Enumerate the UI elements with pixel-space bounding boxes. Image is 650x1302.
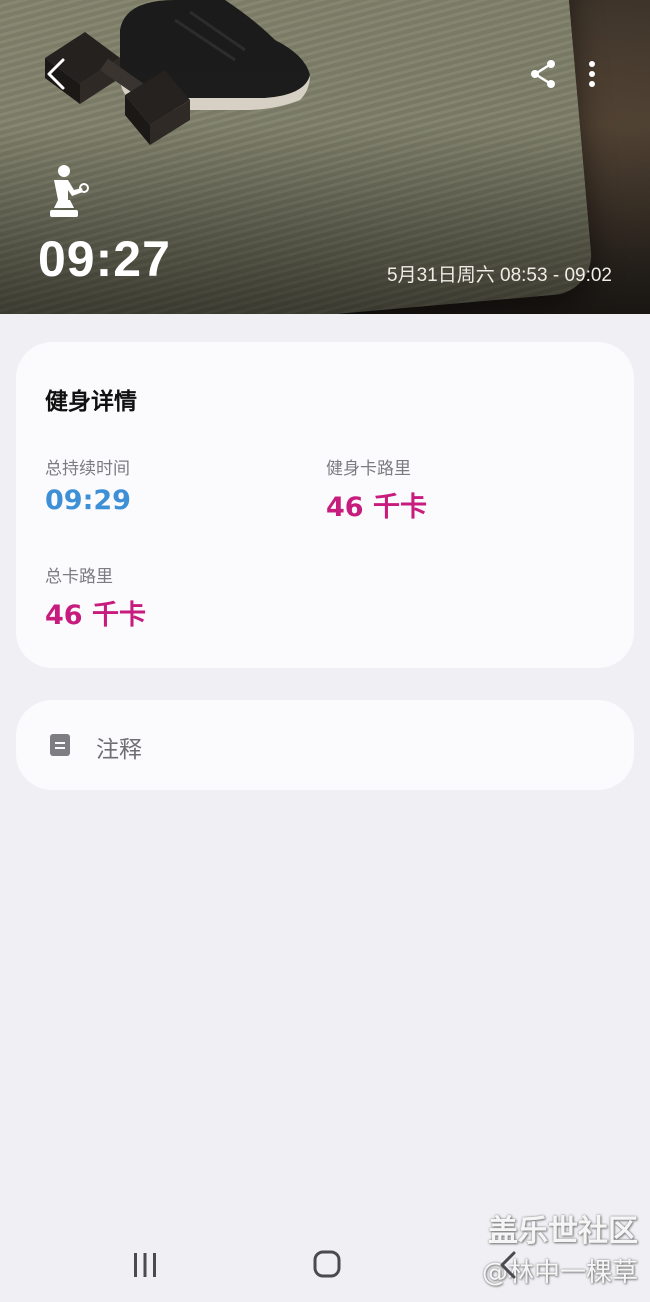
stat-value: 46 千卡 <box>326 492 427 523</box>
stat-total-calories: 总卡路里 46 千卡 <box>45 562 146 632</box>
details-title: 健身详情 <box>45 389 137 415</box>
notes-button[interactable]: 注释 <box>16 700 634 790</box>
share-icon <box>531 60 555 88</box>
workout-date-range: 5月31日周六 08:53 - 09:02 <box>387 265 612 286</box>
workout-duration: 09:27 <box>38 231 171 287</box>
stat-label: 总持续时间 <box>45 459 130 479</box>
note-icon <box>50 734 70 756</box>
stat-workout-calories: 健身卡路里 46 千卡 <box>326 454 427 524</box>
recent-apps-button[interactable] <box>130 1252 160 1278</box>
workout-details-card: 健身详情 总持续时间 09:29 健身卡路里 46 千卡 总卡路里 46 千卡 <box>16 342 634 668</box>
share-button[interactable] <box>525 56 561 92</box>
more-vertical-icon <box>589 61 595 87</box>
chevron-left-icon <box>47 58 65 90</box>
home-button[interactable] <box>313 1250 341 1278</box>
workout-header: 09:27 5月31日周六 08:53 - 09:02 <box>0 0 650 314</box>
system-back-button[interactable] <box>496 1250 522 1280</box>
stat-label: 健身卡路里 <box>326 459 411 479</box>
stat-value: 09:29 <box>45 485 131 516</box>
notes-label: 注释 <box>96 737 142 763</box>
more-options-button[interactable] <box>578 56 606 92</box>
system-navigation-bar <box>0 1230 650 1302</box>
stat-value: 46 千卡 <box>45 600 146 631</box>
back-button[interactable] <box>36 54 76 94</box>
stat-label: 总卡路里 <box>45 567 113 587</box>
fitness-person-icon <box>50 165 89 217</box>
stat-total-duration: 总持续时间 09:29 <box>45 454 131 516</box>
